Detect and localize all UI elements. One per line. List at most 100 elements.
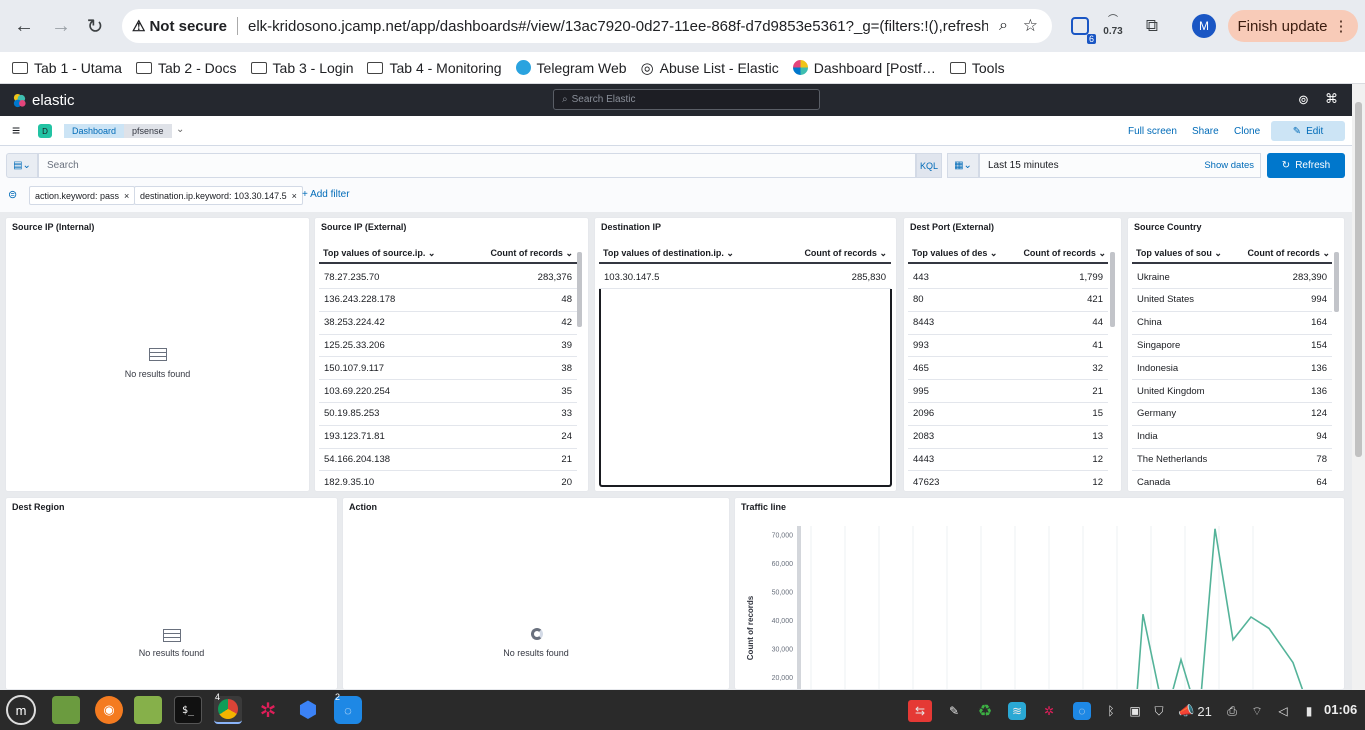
breadcrumb-dashboard[interactable]: Dashboard [64, 124, 125, 138]
extensions-puzzle-icon[interactable]: ⧉ [1140, 14, 1164, 38]
forward-icon[interactable]: → [47, 12, 75, 40]
app-tray-blue-icon[interactable]: ◌ [1073, 702, 1091, 720]
bookmark-item[interactable]: Tab 4 - Monitoring [367, 60, 502, 76]
table-row[interactable]: 465 32 [908, 357, 1108, 381]
column-header-values[interactable]: Top values of sou ⌄ [1136, 248, 1222, 259]
table-row[interactable]: Indonesia 136 [1132, 357, 1332, 381]
share-link[interactable]: Share [1192, 126, 1219, 137]
filter-pill-action[interactable]: action.keyword: pass × [29, 186, 136, 205]
table-row[interactable]: 136.243.228.178 48 [319, 289, 577, 312]
search-elastic-input[interactable]: ⌕ Search Elastic [553, 89, 820, 110]
space-avatar[interactable]: D [38, 124, 52, 138]
scrollbar[interactable] [1110, 252, 1115, 327]
table-row[interactable]: 80 421 [908, 289, 1108, 312]
app-hexagon-icon[interactable]: ⬢ [294, 696, 322, 724]
volume-icon[interactable]: ◁ [1274, 702, 1292, 720]
table-row[interactable]: 2096 15 [908, 403, 1108, 426]
column-header-values[interactable]: Top values of des ⌄ [912, 248, 997, 259]
table-row[interactable]: 443 1,799 [908, 266, 1108, 289]
notifications-tray[interactable]: 📣 21 [1176, 702, 1214, 720]
bluetooth-icon[interactable]: ᛒ [1102, 702, 1120, 720]
table-row[interactable]: 995 21 [908, 380, 1108, 403]
elastic-logo[interactable]: elastic [12, 92, 75, 109]
table-row[interactable]: 993 41 [908, 334, 1108, 358]
refresh-button[interactable]: ↻ Refresh [1267, 153, 1345, 178]
add-filter-link[interactable]: + Add filter [302, 189, 350, 200]
clone-link[interactable]: Clone [1234, 126, 1260, 137]
table-row[interactable]: Canada 64 [1132, 471, 1332, 491]
close-icon[interactable]: × [292, 191, 297, 201]
table-row[interactable]: 150.107.9.117 38 [319, 357, 577, 381]
bookmark-item[interactable]: Tab 3 - Login [250, 60, 353, 76]
help-icon[interactable]: ⊚ [1298, 92, 1309, 108]
show-desktop-icon[interactable] [52, 696, 80, 724]
page-scrollbar-track[interactable] [1352, 84, 1365, 690]
chrome-icon[interactable]: 4 [214, 692, 242, 724]
bookmark-star-icon[interactable]: ☆ [1023, 16, 1038, 36]
slack-icon[interactable]: ✲ [254, 696, 282, 724]
close-icon[interactable]: × [124, 191, 129, 201]
full-screen-link[interactable]: Full screen [1128, 126, 1177, 137]
bookmark-item[interactable]: Tab 2 - Docs [135, 60, 237, 76]
anydesk-icon[interactable]: ⇆ [908, 700, 932, 722]
wifi-icon[interactable]: ⌔ [1248, 702, 1266, 720]
filter-options-icon[interactable]: ⊜ [8, 188, 17, 201]
table-row[interactable]: 38.253.224.42 42 [319, 312, 577, 335]
kql-toggle[interactable]: KQL [916, 153, 942, 178]
table-row[interactable]: China 164 [1132, 312, 1332, 335]
clock[interactable]: 01:06 [1324, 702, 1357, 717]
table-row[interactable]: 103.30.147.5 285,830 [599, 266, 891, 289]
table-row[interactable]: Germany 124 [1132, 403, 1332, 426]
query-search-input[interactable]: Search [38, 153, 916, 178]
firefox-icon[interactable]: ◉ [95, 696, 123, 724]
bookmark-item[interactable]: Dashboard [Postf… [792, 60, 936, 76]
bookmark-item[interactable]: ◎ Abuse List - Elastic [641, 59, 779, 77]
column-header-count[interactable]: Count of records ⌄ [1023, 248, 1106, 259]
pen-icon[interactable]: ✎ [945, 702, 963, 720]
zoom-search-icon[interactable]: ⌕ [999, 17, 1008, 35]
table-row[interactable]: United States 994 [1132, 289, 1332, 312]
page-scrollbar-thumb[interactable] [1355, 102, 1362, 457]
time-picker[interactable]: Last 15 minutes Show dates [979, 153, 1261, 178]
table-row[interactable]: 47623 12 [908, 471, 1108, 491]
mint-menu-icon[interactable]: m [6, 695, 36, 725]
extension-badge-icon[interactable]: 6 [1068, 14, 1096, 44]
column-header-count[interactable]: Count of records ⌄ [1247, 248, 1330, 259]
speed-indicator-icon[interactable]: ⌒ 0.73 [1101, 14, 1125, 38]
terminal-icon[interactable]: $_ [174, 696, 202, 724]
calendar-icon[interactable]: ▦⌄ [947, 153, 979, 178]
table-row[interactable]: The Netherlands 78 [1132, 448, 1332, 472]
column-header-values[interactable]: Top values of destination.ip. ⌄ [603, 248, 734, 259]
show-dates-link[interactable]: Show dates [1204, 160, 1254, 171]
app-blue-icon[interactable]: 2 ◌ [334, 692, 362, 724]
column-header-values[interactable]: Top values of source.ip. ⌄ [323, 248, 435, 259]
table-row[interactable]: 54.166.204.138 21 [319, 448, 577, 472]
table-row[interactable]: 2083 13 [908, 426, 1108, 449]
clipboard-icon[interactable]: ▣ [1126, 702, 1144, 720]
table-row[interactable]: 125.25.33.206 39 [319, 334, 577, 358]
filter-pill-destination[interactable]: destination.ip.keyword: 103.30.147.5 × [134, 186, 303, 205]
table-row[interactable]: 103.69.220.254 35 [319, 380, 577, 403]
table-row[interactable]: 50.19.85.253 33 [319, 403, 577, 426]
app-tray-icon[interactable]: ≋ [1008, 702, 1026, 720]
column-header-count[interactable]: Count of records ⌄ [490, 248, 573, 259]
bookmark-item[interactable]: Tab 1 - Utama [12, 60, 122, 76]
security-indicator[interactable]: ⚠ Not secure [132, 17, 227, 36]
table-row[interactable]: 182.9.35.10 20 [319, 471, 577, 491]
shield-icon[interactable]: ⛉ [1150, 702, 1168, 720]
menu-hamburger-icon[interactable]: ≡ [12, 123, 20, 137]
printer-icon[interactable]: ⎙ [1223, 702, 1241, 720]
profile-avatar[interactable]: M [1192, 14, 1216, 38]
table-row[interactable]: 78.27.235.70 283,376 [319, 266, 577, 289]
scrollbar[interactable] [1334, 252, 1339, 312]
edit-button[interactable]: ✎ Edit [1271, 121, 1345, 141]
bookmark-item[interactable]: Telegram Web [515, 60, 627, 76]
reload-icon[interactable]: ↻ [81, 12, 109, 40]
bookmark-item[interactable]: Tools [949, 60, 1005, 76]
chevron-down-icon[interactable]: ⌄ [176, 124, 184, 135]
table-row[interactable]: Singapore 154 [1132, 334, 1332, 358]
url-text[interactable]: elk-kridosono.jcamp.net/app/dashboards#/… [248, 18, 988, 35]
table-row[interactable]: 193.123.71.81 24 [319, 426, 577, 449]
news-feed-icon[interactable]: ⌘ [1325, 91, 1338, 107]
address-bar[interactable]: ⚠ Not secure elk-kridosono.jcamp.net/app/… [122, 9, 1052, 43]
